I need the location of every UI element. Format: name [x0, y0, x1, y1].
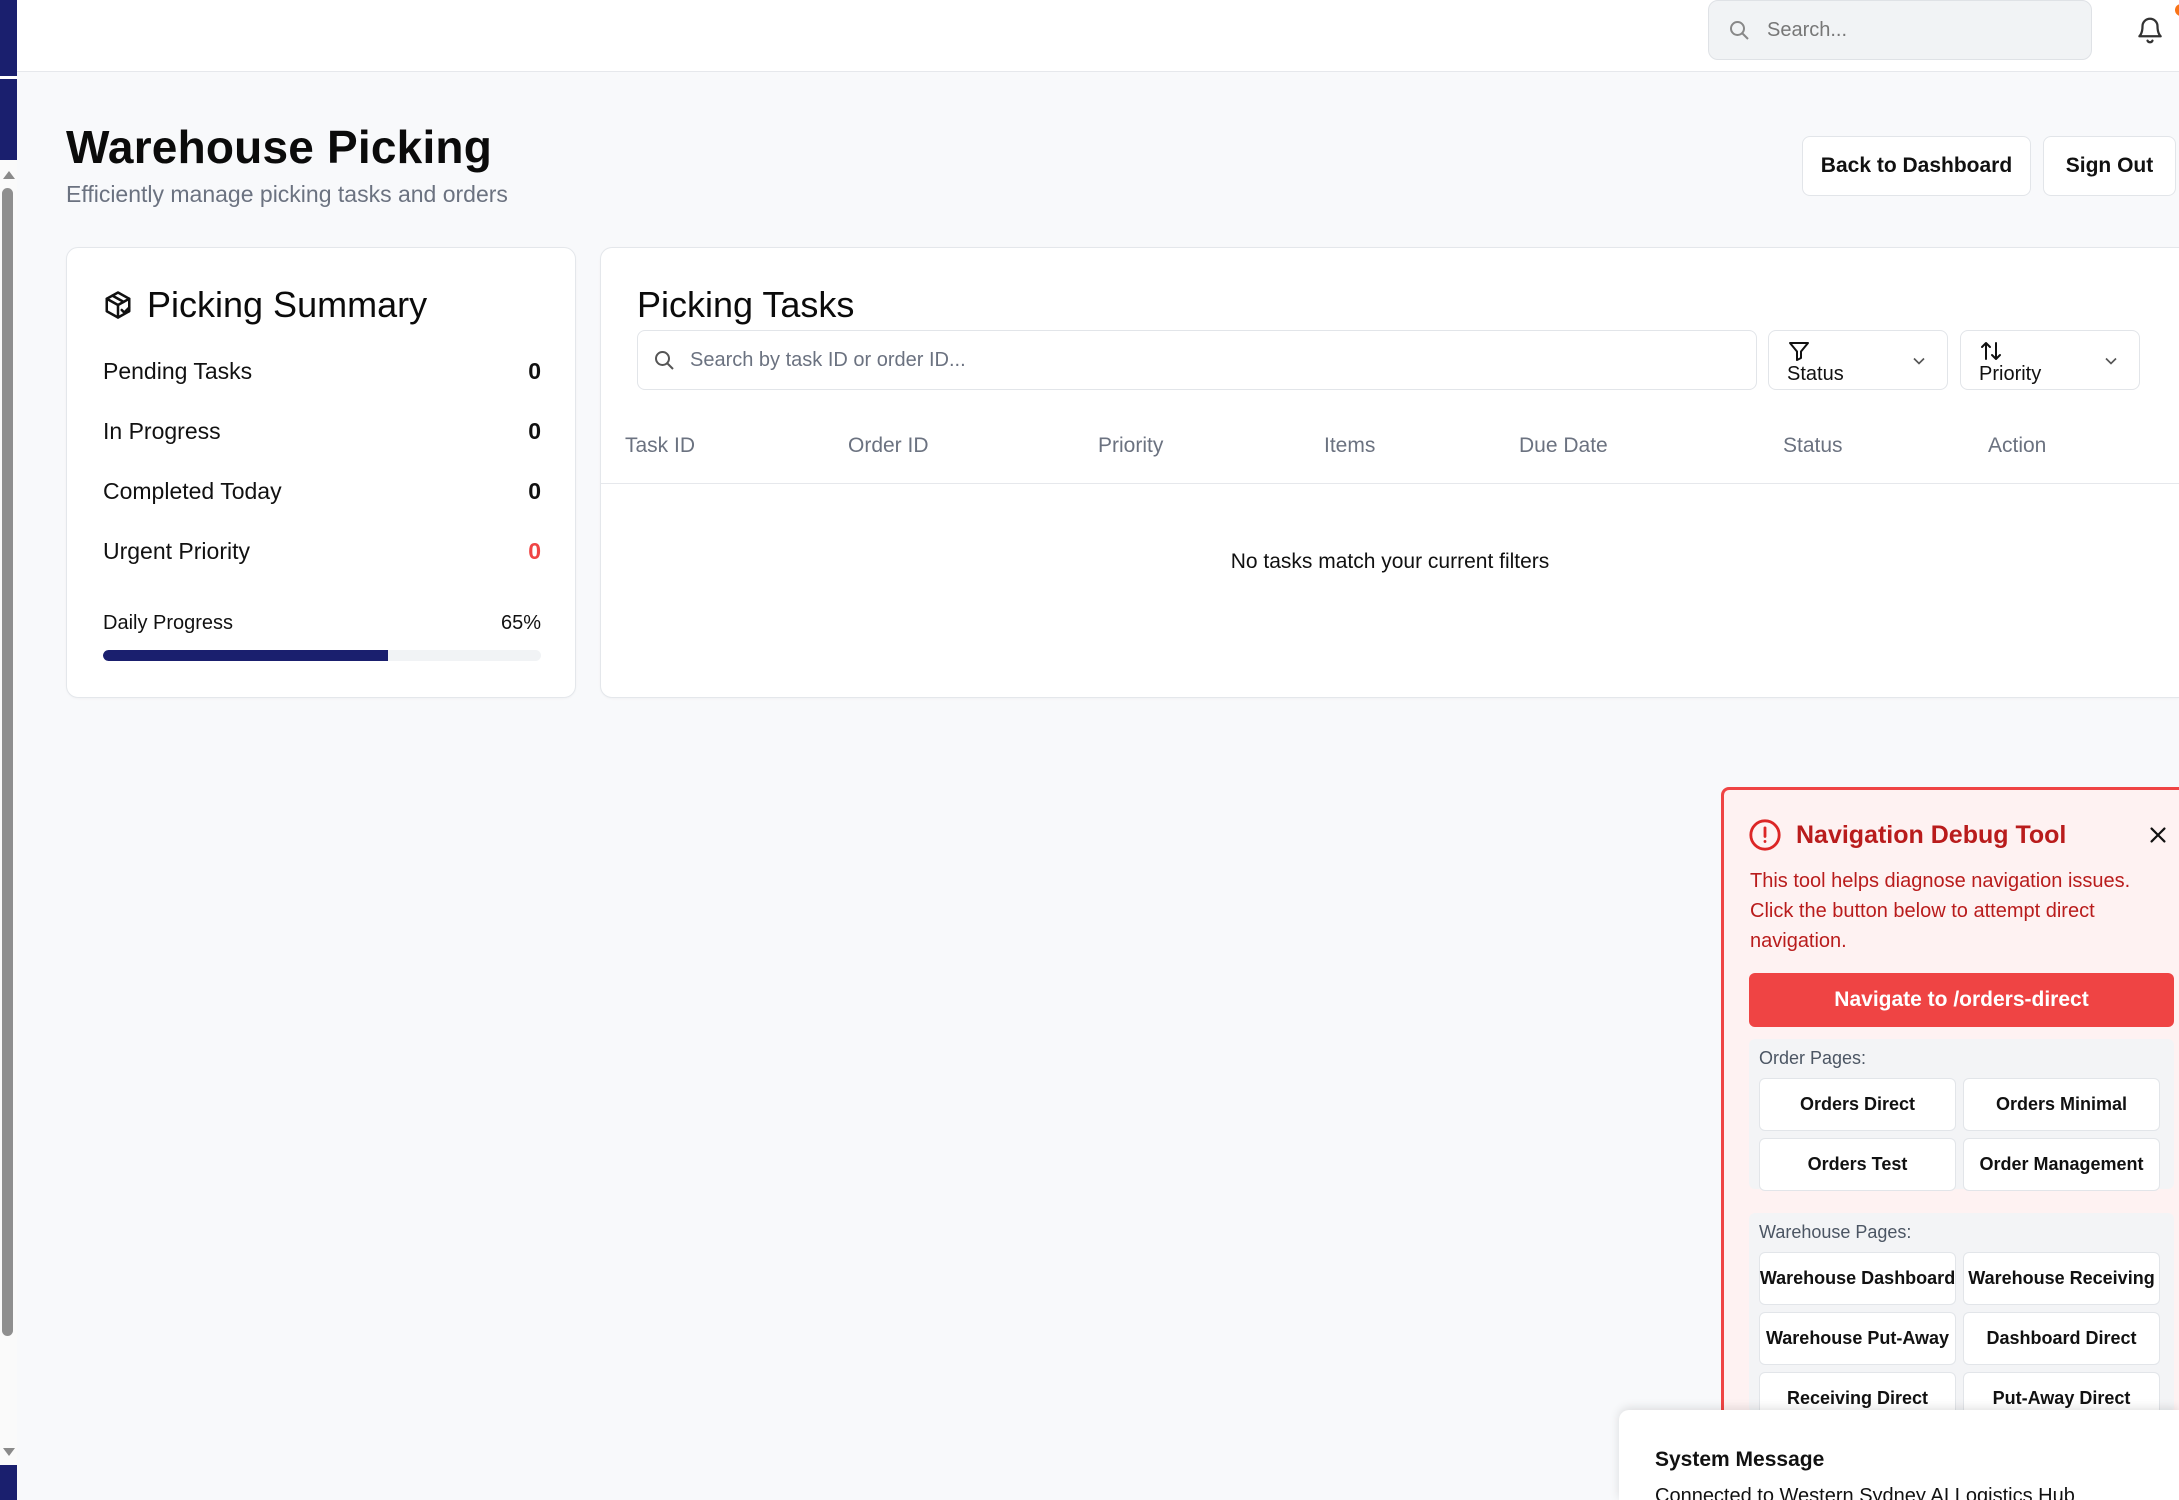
- global-search-input[interactable]: [1767, 18, 2067, 42]
- stat-in-progress: In Progress 0: [103, 418, 541, 445]
- order-pages-label: Order Pages:: [1759, 1048, 1867, 1068]
- chevron-down-icon: [2105, 357, 2117, 365]
- close-icon[interactable]: [2147, 824, 2169, 846]
- picking-summary-card: Picking Summary Pending Tasks 0 In Progr…: [66, 247, 576, 698]
- system-message-text: Connected to Western Sydney AI Logistics…: [1655, 1485, 2075, 1500]
- bell-icon[interactable]: [2135, 14, 2165, 46]
- search-icon: [655, 351, 674, 370]
- global-search[interactable]: [1708, 0, 2092, 60]
- column-header: Action: [1988, 434, 2047, 457]
- nav-dashboard-direct[interactable]: Dashboard Direct: [1963, 1312, 2160, 1365]
- stat-pending-tasks: Pending Tasks 0: [103, 358, 541, 385]
- nav-warehouse-put-away[interactable]: Warehouse Put-Away: [1759, 1312, 1956, 1365]
- nav-warehouse-receiving[interactable]: Warehouse Receiving: [1963, 1252, 2160, 1305]
- task-search-input[interactable]: [690, 348, 1690, 372]
- package-check-icon: [105, 291, 131, 319]
- debug-header: Navigation Debug Tool: [1748, 818, 2066, 852]
- daily-progress-percent: 65%: [500, 612, 541, 634]
- chevron-down-icon: [1913, 357, 1925, 365]
- stat-label: In Progress: [103, 418, 221, 444]
- scrollbar-thumb[interactable]: [2, 188, 13, 1336]
- scroll-up-arrow[interactable]: [0, 168, 17, 182]
- warehouse-pages-group: Warehouse Pages: Warehouse Dashboard War…: [1749, 1213, 2174, 1425]
- daily-progress-row: Daily Progress 65%: [103, 612, 541, 635]
- nav-orders-direct[interactable]: Orders Direct: [1759, 1078, 1956, 1131]
- stat-urgent-priority: Urgent Priority 0: [103, 538, 541, 565]
- top-bar: [17, 0, 2179, 72]
- column-header[interactable]: Due Date: [1519, 434, 1608, 458]
- daily-progress-fill: [103, 650, 388, 661]
- filter-icon: [1789, 342, 1809, 361]
- debug-description: This tool helps diagnose navigation issu…: [1750, 870, 2131, 952]
- daily-progress-bar: [103, 650, 541, 661]
- stat-value: 0: [528, 418, 541, 444]
- sort-arrows-icon: [1981, 342, 2001, 360]
- navigation-debug-panel: Navigation Debug Tool This tool helps di…: [1721, 787, 2179, 1500]
- search-icon: [1730, 21, 1749, 40]
- column-header[interactable]: Items: [1324, 434, 1375, 458]
- order-pages-group: Order Pages: Orders Direct Orders Minima…: [1749, 1039, 2174, 1191]
- nav-orders-minimal[interactable]: Orders Minimal: [1963, 1078, 2160, 1131]
- navigate-orders-direct-button[interactable]: Navigate to /orders-direct: [1749, 973, 2174, 1027]
- nav-warehouse-dashboard[interactable]: Warehouse Dashboard: [1759, 1252, 1956, 1305]
- warehouse-pages-label: Warehouse Pages:: [1759, 1222, 1912, 1242]
- stat-value: 0: [528, 478, 541, 504]
- daily-progress-label: Daily Progress: [103, 612, 234, 634]
- column-header[interactable]: Status: [1783, 434, 1843, 458]
- page-title: Warehouse Picking: [66, 121, 493, 173]
- sign-out-button[interactable]: Sign Out: [2043, 136, 2176, 196]
- status-filter-dropdown[interactable]: Status: [1768, 330, 1948, 390]
- debug-title: Navigation Debug Tool: [1796, 820, 2067, 849]
- page-subtitle: Efficiently manage picking tasks and ord…: [66, 181, 508, 207]
- stat-label: Urgent Priority: [103, 538, 250, 564]
- stat-label: Completed Today: [103, 478, 282, 504]
- column-header[interactable]: Order ID: [848, 434, 929, 458]
- sidebar-edge-top: [0, 0, 17, 160]
- column-header[interactable]: Priority: [1098, 434, 1163, 458]
- table-header: Task ID Order ID Priority Items Due Date…: [601, 434, 2179, 484]
- scroll-down-arrow[interactable]: [0, 1445, 17, 1459]
- sidebar-edge-bottom: [0, 1465, 17, 1500]
- empty-state-message: No tasks match your current filters: [1230, 550, 1550, 573]
- stat-completed-today: Completed Today 0: [103, 478, 541, 505]
- status-filter-label: Status: [1787, 363, 1844, 385]
- system-message-toast: System Message Connected to Western Sydn…: [1619, 1410, 2179, 1500]
- picking-tasks-card: Picking Tasks Status Priority Task ID Or…: [600, 247, 2179, 698]
- task-search[interactable]: [637, 330, 1757, 390]
- priority-sort-dropdown[interactable]: Priority: [1960, 330, 2140, 390]
- summary-header: Picking Summary: [103, 284, 427, 326]
- nav-order-management[interactable]: Order Management: [1963, 1138, 2160, 1191]
- stat-label: Pending Tasks: [103, 358, 253, 384]
- notification-dot: [2175, 4, 2179, 16]
- alert-circle-icon: [1749, 819, 1781, 851]
- tasks-title: Picking Tasks: [637, 284, 855, 325]
- nav-orders-test[interactable]: Orders Test: [1759, 1138, 1956, 1191]
- column-header[interactable]: Task ID: [625, 434, 695, 458]
- summary-title: Picking Summary: [147, 284, 428, 325]
- left-nav-strip: [0, 0, 17, 1500]
- stat-value: 0: [528, 358, 541, 384]
- priority-sort-label: Priority: [1979, 363, 2042, 385]
- stat-value-urgent: 0: [528, 538, 541, 564]
- back-to-dashboard-button[interactable]: Back to Dashboard: [1802, 136, 2031, 196]
- system-message-title: System Message: [1655, 1448, 1825, 1471]
